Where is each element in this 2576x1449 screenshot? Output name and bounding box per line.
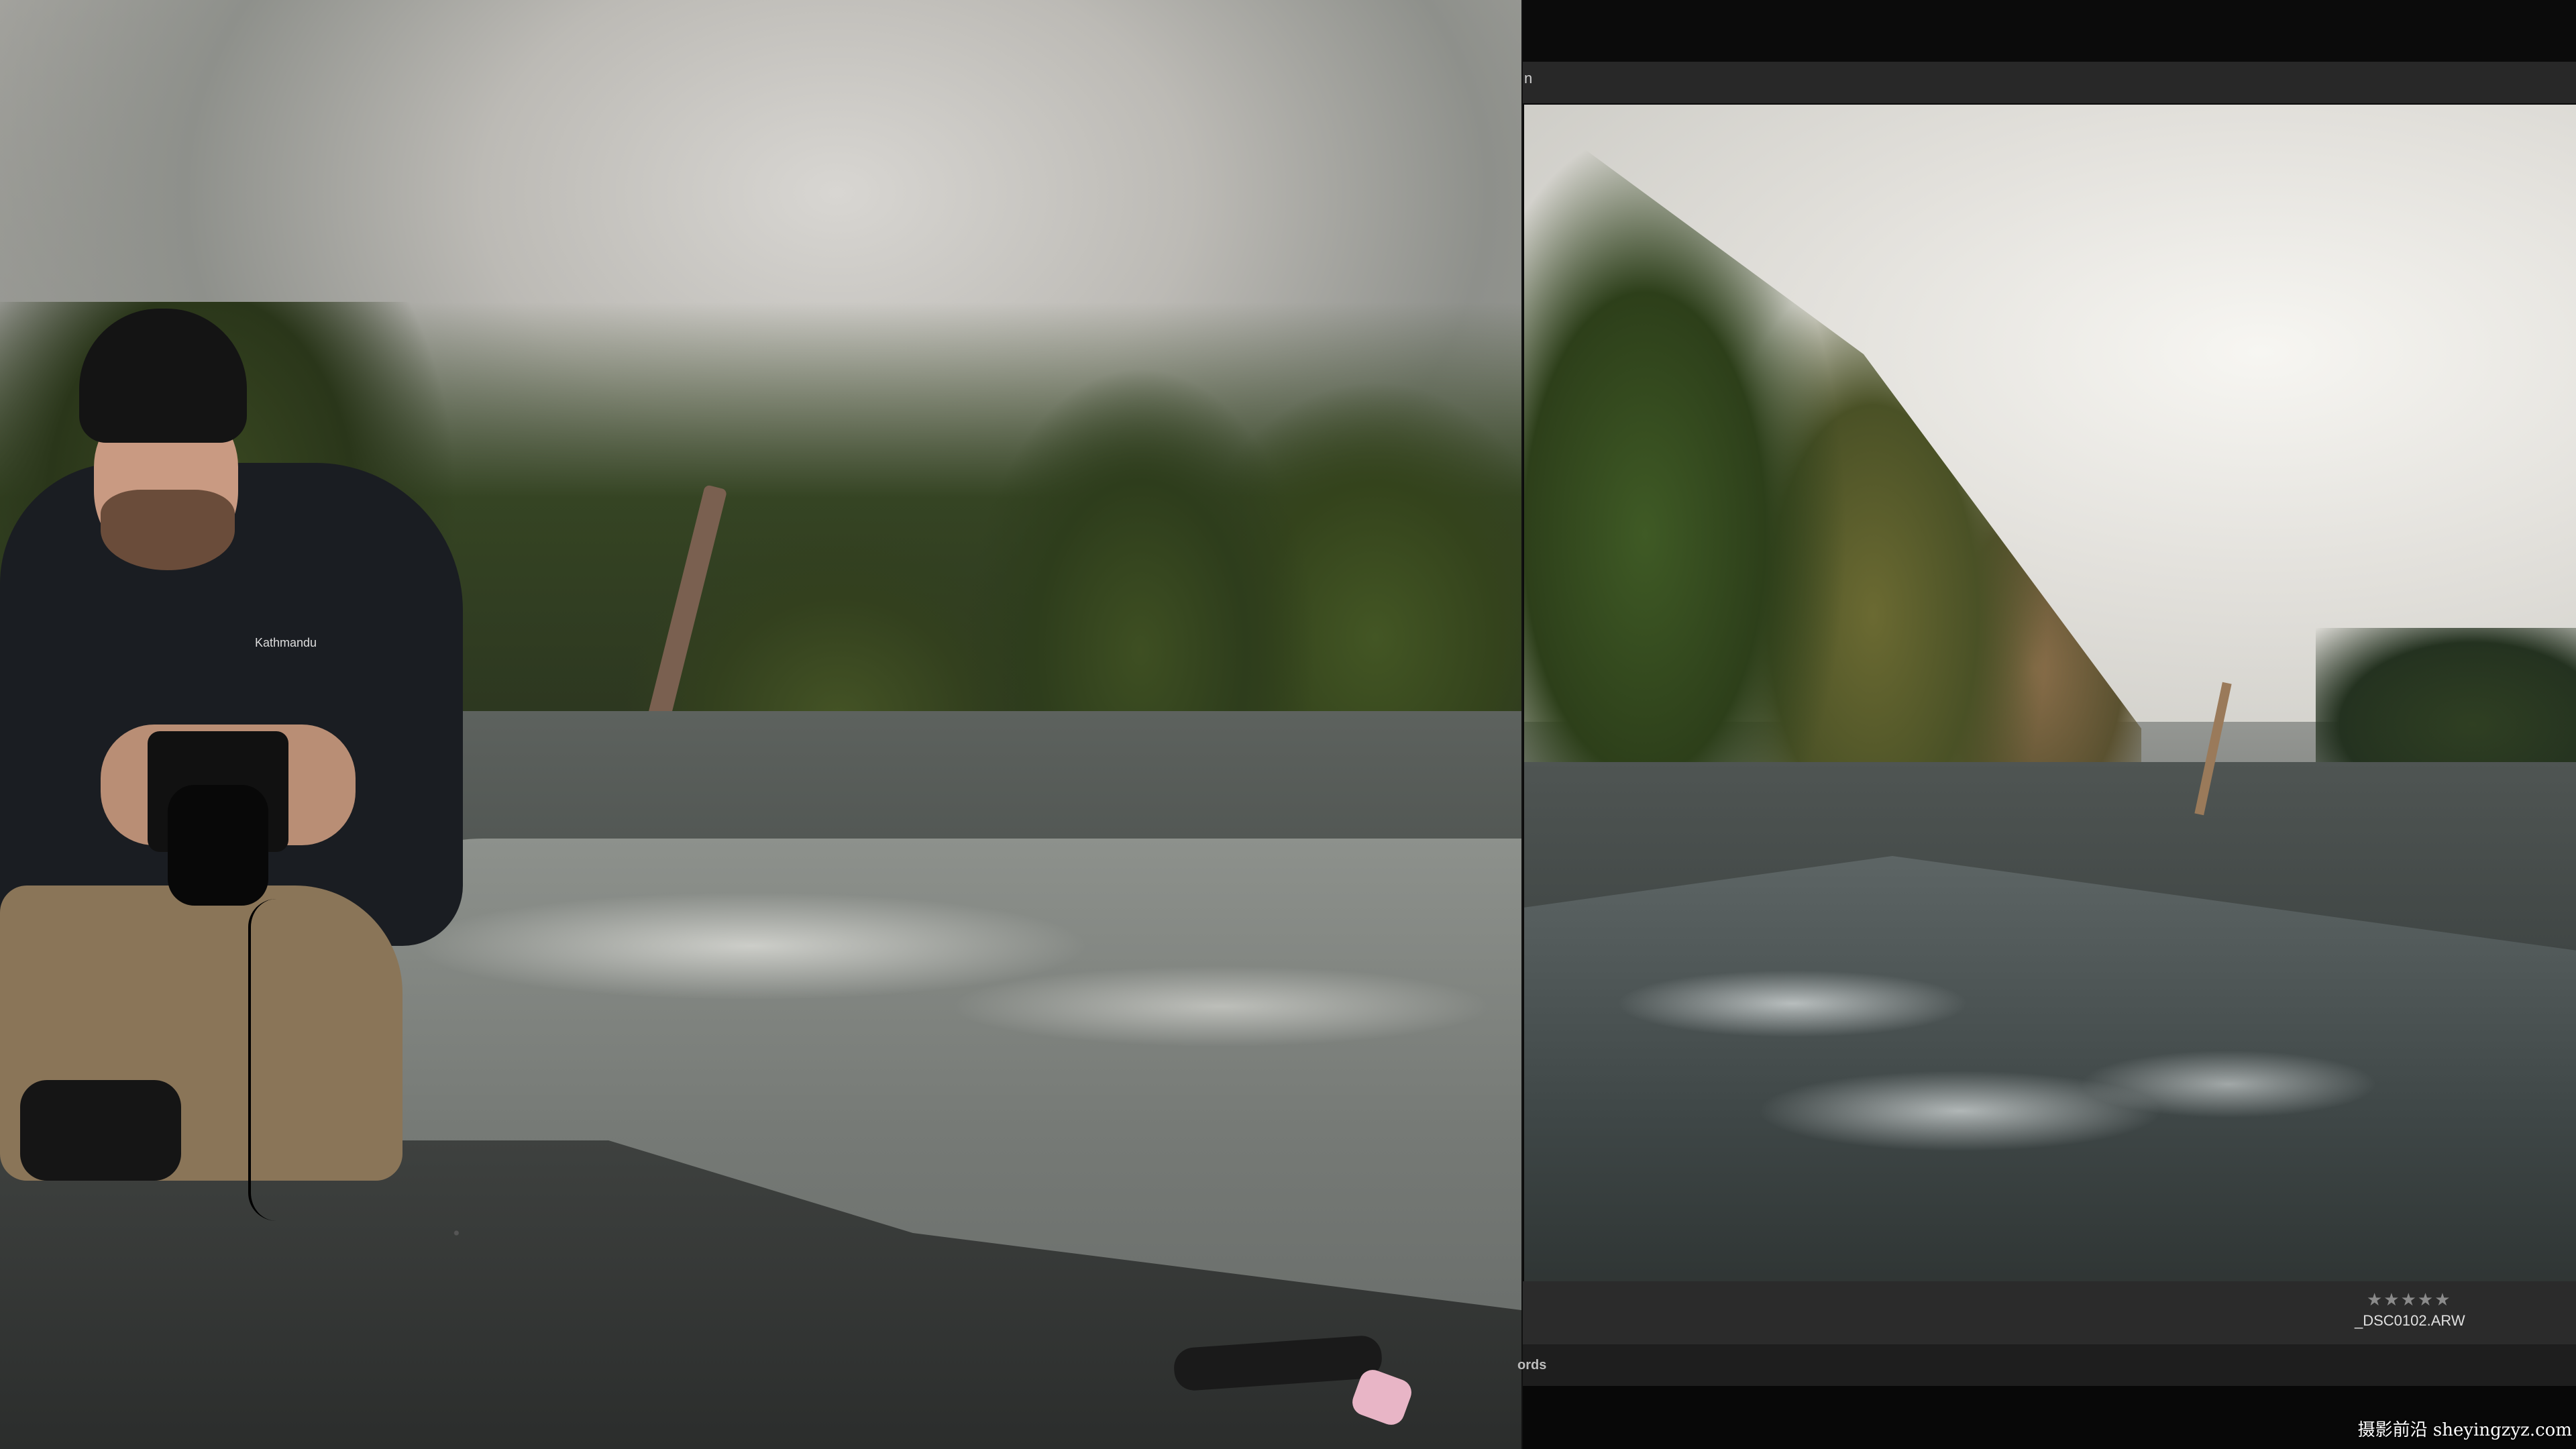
beard xyxy=(101,490,235,570)
camera-cable xyxy=(248,899,305,1221)
beanie xyxy=(79,309,247,443)
jacket-brand-logo: Kathmandu xyxy=(255,636,317,649)
keywords-panel-header[interactable]: ords xyxy=(1517,1344,2576,1386)
camera-lens xyxy=(168,785,268,906)
photo-preview[interactable] xyxy=(1524,105,2576,1281)
photo-info-bar: ★★★★★ _DSC0102.ARW xyxy=(1523,1281,2576,1344)
boot xyxy=(20,1080,181,1181)
star-rating[interactable]: ★★★★★ xyxy=(2367,1289,2452,1310)
toolbar-label-fragment: n xyxy=(1524,70,1533,87)
photo-filename: _DSC0102.ARW xyxy=(2355,1312,2465,1329)
photo-editor-panel: n ★★★★★ _DSC0102.ARW ords xyxy=(1517,0,2576,1449)
editor-toolbar[interactable]: n xyxy=(1523,62,2576,103)
camera-footage-panel: Kathmandu xyxy=(0,0,1521,1449)
watermark: 摄影前沿 sheyingzyz.com xyxy=(2357,1420,2572,1440)
keywords-label: ords xyxy=(1517,1358,1547,1373)
